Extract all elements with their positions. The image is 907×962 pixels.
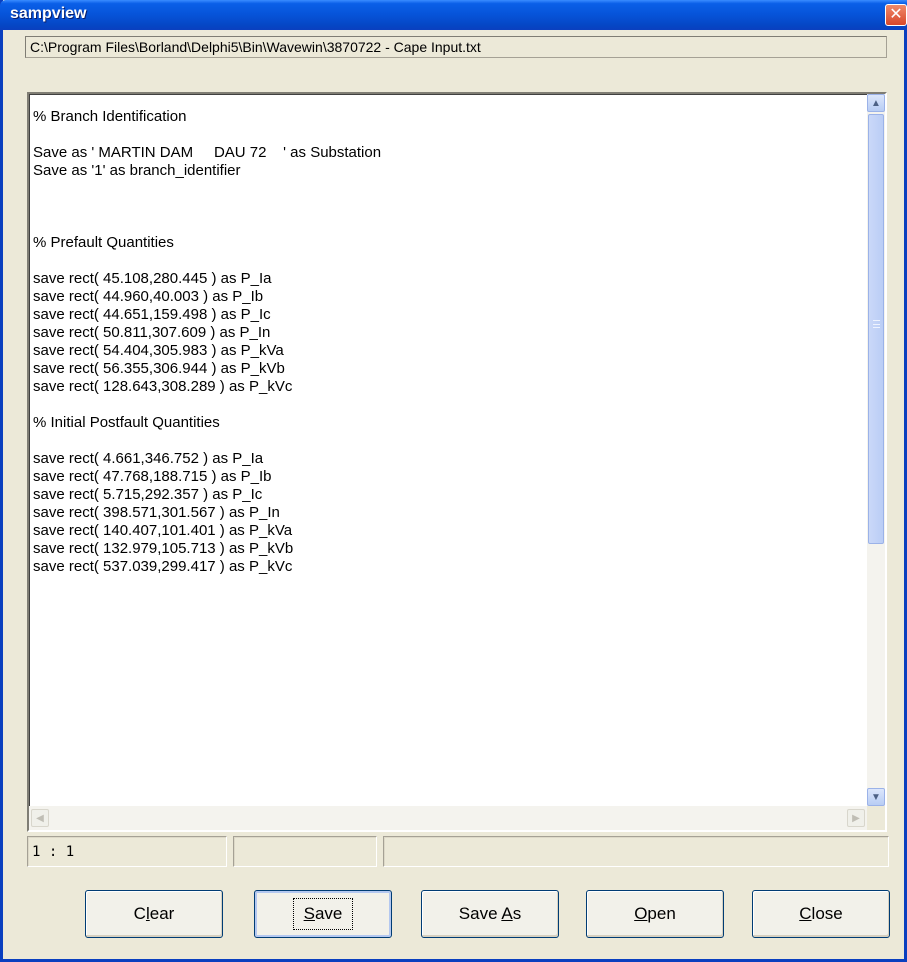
close-window-button[interactable]: ✕ [885,4,907,26]
horizontal-scrollbar[interactable]: ◀ ▶ [29,806,867,830]
open-button-label: Open [634,904,676,923]
save-as-button[interactable]: Save As [421,890,559,938]
memo-line: Save as ' MARTIN DAM DAU 72 ' as Substat… [33,144,382,161]
memo-line: save rect( 5.715,292.357 ) as P_Ic [33,486,263,503]
scroll-thumb[interactable] [868,114,884,544]
clear-button[interactable]: Clear [85,890,223,938]
memo-line: % Branch Identification [33,108,187,125]
memo-line: save rect( 44.651,159.498 ) as P_Ic [33,306,271,323]
window-title: sampview [10,5,87,22]
memo-line [33,432,869,450]
vertical-scrollbar[interactable]: ▲ ▼ [867,94,885,806]
scroll-up-button[interactable]: ▲ [867,94,885,112]
close-icon: ✕ [889,6,903,23]
memo-line [33,94,869,108]
memo-line: save rect( 537.039,299.417 ) as P_kVc [33,558,293,575]
arrow-down-icon: ▼ [871,791,881,803]
scrollbar-corner [867,806,885,830]
scroll-down-button[interactable]: ▼ [867,788,885,806]
grip-icon [873,320,880,328]
memo-line: save rect( 398.571,301.567 ) as P_In [33,504,280,521]
memo-line [33,216,869,234]
memo-line [33,126,869,144]
sampview-window: sampview ✕ C:\Program Files\Borland\Delp… [0,0,907,962]
memo-line: save rect( 4.661,346.752 ) as P_Ia [33,450,264,467]
scroll-left-button[interactable]: ◀ [31,809,49,827]
status-position: 1 : 1 [27,836,227,867]
status-panel-2 [233,836,377,867]
arrow-up-icon: ▲ [871,97,881,109]
status-bar: 1 : 1 [27,836,889,869]
memo-line: save rect( 140.407,101.401 ) as P_kVa [33,522,293,539]
close-button-label: Close [799,904,843,923]
arrow-right-icon: ▶ [852,812,860,824]
arrow-left-icon: ◀ [36,812,44,824]
save-button-label: Save [292,898,354,930]
memo-line [33,198,869,216]
memo-line: % Initial Postfault Quantities [33,414,220,431]
file-path-field[interactable]: C:\Program Files\Borland\Delphi5\Bin\Wav… [25,36,887,58]
memo-line: save rect( 45.108,280.445 ) as P_Ia [33,270,272,287]
memo-line: save rect( 44.960,40.003 ) as P_Ib [33,288,264,305]
memo-line [33,180,869,198]
memo-line: save rect( 50.811,307.609 ) as P_In [33,324,271,341]
clear-button-label: Clear [133,904,175,923]
memo-line: Save as '1' as branch_identifier [33,162,241,179]
memo-line: save rect( 132.979,105.713 ) as P_kVb [33,540,294,557]
text-memo[interactable]: % Branch Identification Save as ' MARTIN… [27,92,887,832]
memo-line: save rect( 128.643,308.289 ) as P_kVc [33,378,293,395]
memo-line: save rect( 56.355,306.944 ) as P_kVb [33,360,285,377]
memo-line [33,396,869,414]
save-as-button-label: Save As [458,904,522,923]
memo-line [33,252,869,270]
scroll-right-button[interactable]: ▶ [847,809,865,827]
save-button[interactable]: Save [254,890,392,938]
close-button[interactable]: Close [752,890,890,938]
title-bar[interactable]: sampview ✕ [0,0,907,30]
memo-line: save rect( 47.768,188.715 ) as P_Ib [33,468,272,485]
memo-content[interactable]: % Branch Identification Save as ' MARTIN… [33,94,869,804]
status-panel-3 [383,836,889,867]
memo-line: save rect( 54.404,305.983 ) as P_kVa [33,342,284,359]
memo-line: % Prefault Quantities [33,234,174,251]
open-button[interactable]: Open [586,890,724,938]
